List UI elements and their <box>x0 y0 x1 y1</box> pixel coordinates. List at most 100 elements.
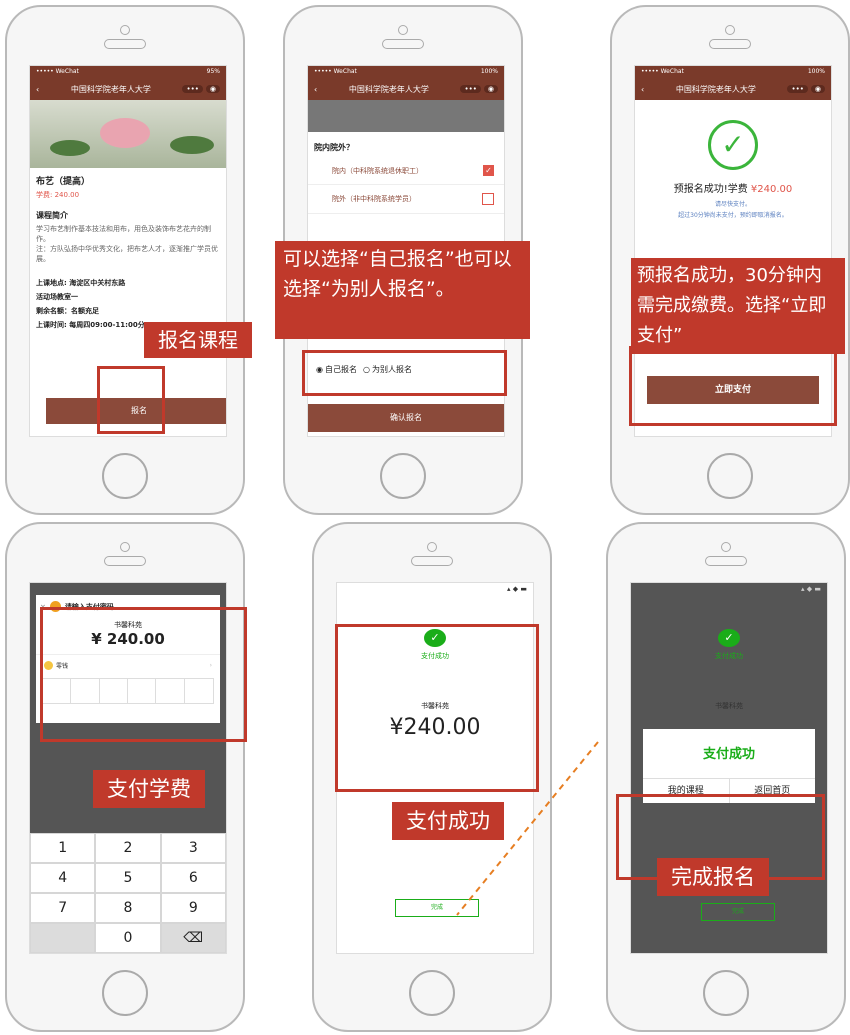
key-7[interactable]: 7 <box>30 893 96 923</box>
close-icon[interactable]: ◉ <box>810 85 825 93</box>
course-fee: 学费: 240.00 <box>36 191 80 199</box>
speaker <box>382 39 424 49</box>
key-2[interactable]: 2 <box>95 833 161 863</box>
screen-signup-complete: ▴ ◆ ▬ ✓ 支付成功 书馨科苑 支付成功 我的课程 返回首页 完成 <box>630 582 828 954</box>
status-icons: ▴ ◆ ▬ <box>507 585 527 593</box>
callout-signup-course: 报名课程 <box>144 322 252 358</box>
nav-title: 中国科学院老年人大学 <box>348 84 429 94</box>
callout-payment-success: 支付成功 <box>392 802 504 840</box>
phone-6: ▴ ◆ ▬ ✓ 支付成功 书馨科苑 支付成功 我的课程 返回首页 完成 <box>606 522 846 1032</box>
camera <box>725 25 735 35</box>
success-line: 预报名成功!学费 ¥240.00 <box>635 180 831 195</box>
callout-pay-fee: 支付学费 <box>93 770 205 808</box>
back-icon[interactable]: ‹ <box>314 85 317 94</box>
close-icon[interactable]: ◉ <box>205 85 220 93</box>
highlight-radio <box>302 350 507 396</box>
backspace-icon[interactable]: ⌫ <box>160 923 226 953</box>
nav-bar: ‹ 中国科学院老年人大学 ••• ◉ <box>30 78 226 100</box>
pay-note-2: 超过30分钟尚未支付，预约即取消报名。 <box>678 212 788 219</box>
option-in-row[interactable]: 院内（中科院系统退休职工） ✓ <box>308 157 504 185</box>
battery-label: 100% <box>480 68 498 75</box>
camera <box>120 25 130 35</box>
key-5[interactable]: 5 <box>95 863 161 893</box>
course-title: 布艺（提高） <box>36 177 91 187</box>
confirm-signup-button[interactable]: 确认报名 <box>308 404 504 432</box>
nav-bar: ‹ 中国科学院老年人大学 ••• ◉ <box>635 78 831 100</box>
done-button[interactable]: 完成 <box>395 899 479 917</box>
callout-signup-complete: 完成报名 <box>657 858 769 896</box>
pay-note-1: 请尽快支付。 <box>714 201 751 208</box>
home-button[interactable] <box>409 970 455 1016</box>
back-icon[interactable]: ‹ <box>36 85 39 94</box>
course-location: 上课地点: 海淀区中关村东路 <box>36 279 126 287</box>
more-icon[interactable]: ••• <box>787 85 808 93</box>
key-0[interactable]: 0 <box>95 923 161 953</box>
intro-text-2: 注：方队弘扬中华优秀文化，把布艺人才，逐渐推广学员优展。 <box>36 245 218 263</box>
home-button[interactable] <box>380 453 426 499</box>
more-icon[interactable]: ••• <box>182 85 203 93</box>
battery-label: 95% <box>206 68 220 75</box>
status-bar: ••••• WeChat 95% <box>30 66 226 78</box>
checkbox-empty-icon[interactable] <box>482 193 494 205</box>
carrier-label: ••••• WeChat <box>36 68 79 75</box>
key-6[interactable]: 6 <box>160 863 226 893</box>
key-blank <box>30 923 96 953</box>
home-button[interactable] <box>102 970 148 1016</box>
close-icon[interactable]: ◉ <box>483 85 498 93</box>
lotus-leaf-icon <box>50 140 90 156</box>
numeric-keypad: 1 2 3 4 5 6 7 8 9 0 ⌫ <box>30 833 226 953</box>
key-9[interactable]: 9 <box>160 893 226 923</box>
highlight-password-dialog <box>40 607 247 742</box>
option-out-row[interactable]: 院外（非中科院系统学员） <box>308 185 504 214</box>
success-check-icon: ✓ <box>708 120 758 170</box>
back-icon[interactable]: ‹ <box>641 85 644 94</box>
lotus-flower-icon <box>100 118 150 148</box>
speaker <box>104 39 146 49</box>
capsule-menu[interactable]: ••• ◉ <box>787 85 825 93</box>
capsule-menu[interactable]: ••• ◉ <box>182 85 220 93</box>
nav-title: 中国科学院老年人大学 <box>675 84 756 94</box>
camera <box>398 25 408 35</box>
home-button[interactable] <box>102 453 148 499</box>
camera <box>120 542 130 552</box>
intro-title: 课程简介 <box>36 211 68 220</box>
carrier-label: ••••• WeChat <box>641 68 684 75</box>
speaker <box>411 556 453 566</box>
option-out-label: 院外（非中科院系统学员） <box>332 195 416 203</box>
course-remaining: 剩余名额：名额充足 <box>36 307 99 315</box>
key-1[interactable]: 1 <box>30 833 96 863</box>
key-4[interactable]: 4 <box>30 863 96 893</box>
status-icons: ▴ ◆ ▬ <box>801 585 821 593</box>
speaker <box>104 556 146 566</box>
status-bar: ••••• WeChat 100% <box>308 66 504 78</box>
carrier-label: ••••• WeChat <box>314 68 357 75</box>
course-banner-image <box>30 100 226 168</box>
nav-bar: ‹ 中国科学院老年人大学 ••• ◉ <box>308 78 504 100</box>
status-bar: ••••• WeChat 100% <box>635 66 831 78</box>
question-label: 院内院外？ <box>314 143 354 152</box>
speaker <box>705 556 747 566</box>
highlight-pay-now <box>629 346 837 426</box>
dialog-title: 支付成功 <box>702 747 755 762</box>
speaker <box>709 39 751 49</box>
checkbox-checked-icon[interactable]: ✓ <box>483 165 494 176</box>
option-in-label: 院内（中科院系统退休职工） <box>332 166 423 175</box>
more-icon[interactable]: ••• <box>460 85 481 93</box>
home-button[interactable] <box>703 970 749 1016</box>
wechat-success-icon: ✓ <box>718 629 740 647</box>
done-button[interactable]: 完成 <box>701 903 775 921</box>
key-8[interactable]: 8 <box>95 893 161 923</box>
intro-text: 学习布艺制作基本技法和用布，用色及装饰布艺花卉的制作。 <box>36 225 211 243</box>
key-3[interactable]: 3 <box>160 833 226 863</box>
phone-1: ••••• WeChat 95% ‹ 中国科学院老年人大学 ••• ◉ 布艺（提高… <box>5 5 245 515</box>
camera <box>721 542 731 552</box>
bg-merchant-name: 书馨科苑 <box>715 702 743 710</box>
success-dialog: 支付成功 我的课程 返回首页 <box>643 729 815 803</box>
capsule-menu[interactable]: ••• ◉ <box>460 85 498 93</box>
header-band <box>308 100 504 132</box>
home-button[interactable] <box>707 453 753 499</box>
nav-title: 中国科学院老年人大学 <box>70 84 151 94</box>
callout-presignup-success: 预报名成功，30分钟内需完成缴费。选择“立即支付” <box>631 258 845 354</box>
camera <box>427 542 437 552</box>
lotus-leaf-icon <box>170 136 214 154</box>
